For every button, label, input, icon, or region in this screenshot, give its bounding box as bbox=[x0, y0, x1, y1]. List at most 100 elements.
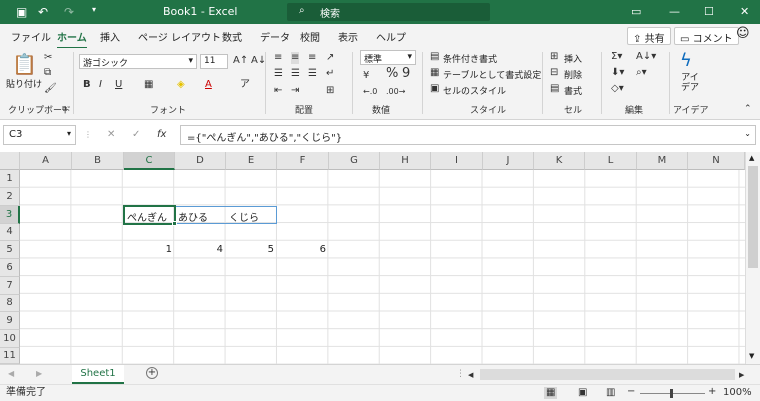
comment-button[interactable]: ▭ コメント bbox=[674, 27, 739, 45]
column-header[interactable]: B bbox=[72, 152, 124, 170]
zoom-level[interactable]: 100% bbox=[723, 387, 752, 399]
redo-icon[interactable]: ↷ bbox=[64, 5, 74, 19]
tab-view[interactable]: 表示 bbox=[338, 29, 358, 44]
zoom-slider-thumb[interactable] bbox=[670, 389, 673, 398]
next-sheet-icon[interactable]: ▶ bbox=[36, 368, 42, 380]
cell-styles-icon[interactable]: ▣ bbox=[430, 83, 439, 95]
column-header[interactable]: M bbox=[637, 152, 688, 170]
merge-center-icon[interactable]: ⊞ bbox=[326, 85, 334, 97]
insert-cells-label[interactable]: 挿入 bbox=[564, 52, 582, 65]
column-header[interactable]: H bbox=[380, 152, 431, 170]
font-name-combo[interactable]: 游ゴシック ▾ bbox=[79, 54, 197, 69]
fill-color-icon[interactable]: ◈ bbox=[177, 79, 185, 91]
prev-sheet-icon[interactable]: ◀ bbox=[8, 368, 14, 380]
underline-button[interactable]: U bbox=[115, 79, 122, 91]
cell-E3[interactable]: くじら bbox=[227, 207, 261, 226]
column-header[interactable]: K bbox=[534, 152, 585, 170]
clipboard-launcher-icon[interactable]: ⧉ bbox=[62, 103, 67, 115]
increase-font-icon[interactable]: A↑ bbox=[233, 55, 248, 67]
search-box[interactable]: ⌕ 検索 bbox=[287, 3, 490, 21]
undo-icon[interactable]: ↶ bbox=[38, 5, 48, 19]
close-icon[interactable]: ✕ bbox=[740, 5, 749, 18]
align-top-icon[interactable]: ≡ bbox=[274, 52, 282, 64]
maximize-icon[interactable]: ☐ bbox=[704, 5, 714, 18]
save-icon[interactable]: ▣ bbox=[16, 5, 27, 19]
select-all-corner[interactable] bbox=[0, 152, 20, 170]
align-bottom-icon[interactable]: ≡ bbox=[308, 52, 316, 64]
tab-review[interactable]: 校閲 bbox=[300, 29, 320, 44]
percent-button[interactable]: % bbox=[386, 67, 398, 80]
name-box[interactable]: C3 ▾ bbox=[3, 125, 76, 145]
autosum-icon[interactable]: Σ▾ bbox=[611, 51, 622, 63]
add-sheet-button[interactable]: + bbox=[146, 367, 158, 379]
copy-icon[interactable]: ⧉ bbox=[44, 67, 51, 79]
row-header[interactable]: 10 bbox=[0, 330, 20, 348]
sort-filter-icon[interactable]: A↓▾ bbox=[636, 51, 656, 63]
ideas-icon[interactable]: ϟ bbox=[680, 51, 692, 71]
row-header-selected[interactable]: 3 bbox=[0, 206, 20, 224]
comma-button[interactable]: 9 bbox=[402, 67, 410, 80]
column-header[interactable]: E bbox=[226, 152, 277, 170]
column-header[interactable]: F bbox=[277, 152, 329, 170]
tab-page-layout[interactable]: ページ レイアウト bbox=[138, 29, 221, 44]
align-middle-icon[interactable]: ≡ bbox=[291, 52, 300, 64]
format-as-table-icon[interactable]: ▦ bbox=[430, 67, 439, 79]
cell-C3[interactable]: ぺんぎん bbox=[125, 207, 169, 226]
column-header[interactable]: J bbox=[483, 152, 534, 170]
fill-icon[interactable]: ⬇▾ bbox=[611, 67, 624, 79]
column-header[interactable]: A bbox=[20, 152, 72, 170]
cell-D5[interactable]: 4 bbox=[175, 242, 226, 257]
normal-view-icon[interactable]: ▦ bbox=[544, 387, 558, 399]
scroll-left-icon[interactable]: ◀ bbox=[468, 369, 473, 381]
wrap-text-icon[interactable]: ↵ bbox=[326, 68, 334, 80]
collapse-ribbon-icon[interactable]: ⌃ bbox=[744, 103, 752, 115]
column-header-selected[interactable]: C bbox=[124, 152, 175, 170]
customize-quick-access-icon[interactable]: ▾ bbox=[92, 5, 96, 14]
orientation-icon[interactable]: ↗ bbox=[326, 52, 334, 64]
tab-split-icon[interactable]: ⋮ bbox=[456, 368, 465, 380]
delete-cells-label[interactable]: 削除 bbox=[564, 68, 582, 81]
worksheet-grid[interactable]: A B C D E F G H I J K L M N 1 2 3 4 5 6 … bbox=[0, 152, 745, 364]
scroll-thumb[interactable] bbox=[748, 166, 758, 268]
page-layout-view-icon[interactable]: ▣ bbox=[578, 387, 587, 399]
delete-cells-icon[interactable]: ⊟ bbox=[550, 67, 558, 79]
cell-C5[interactable]: 1 bbox=[124, 242, 175, 257]
cancel-icon[interactable]: ✕ bbox=[107, 129, 115, 141]
increase-decimal-icon[interactable]: ←.0 bbox=[363, 86, 377, 98]
share-button[interactable]: ⇪ 共有 bbox=[627, 27, 671, 45]
cut-icon[interactable]: ✂ bbox=[44, 52, 52, 64]
clear-icon[interactable]: ◇▾ bbox=[611, 83, 624, 95]
smiley-feedback-icon[interactable]: ☺ bbox=[736, 26, 750, 41]
column-header[interactable]: N bbox=[688, 152, 745, 170]
format-painter-icon[interactable]: 🖌 bbox=[44, 83, 57, 95]
format-cells-label[interactable]: 書式 bbox=[564, 84, 582, 97]
vertical-scrollbar[interactable]: ▲ ▼ bbox=[745, 152, 760, 364]
tab-help[interactable]: ヘルプ bbox=[376, 29, 406, 44]
conditional-formatting-label[interactable]: 条件付き書式 bbox=[443, 52, 497, 65]
borders-icon[interactable]: ▦ bbox=[144, 79, 153, 91]
tab-data[interactable]: データ bbox=[260, 29, 290, 44]
zoom-in-button[interactable]: + bbox=[708, 386, 716, 398]
number-format-combo[interactable]: 標準 ▾ bbox=[360, 50, 416, 65]
row-header[interactable]: 2 bbox=[0, 188, 20, 206]
row-header[interactable]: 8 bbox=[0, 295, 20, 312]
page-break-view-icon[interactable]: ▥ bbox=[606, 387, 615, 399]
cell-F5[interactable]: 6 bbox=[277, 242, 329, 257]
scroll-down-icon[interactable]: ▼ bbox=[749, 352, 754, 360]
horizontal-scrollbar[interactable] bbox=[480, 369, 735, 380]
row-header[interactable]: 7 bbox=[0, 277, 20, 295]
column-header[interactable]: L bbox=[585, 152, 637, 170]
column-header[interactable]: I bbox=[431, 152, 483, 170]
font-size-combo[interactable]: 11 bbox=[200, 54, 228, 69]
phonetic-icon[interactable]: ア bbox=[240, 79, 250, 91]
row-header[interactable]: 4 bbox=[0, 224, 20, 241]
row-header[interactable]: 1 bbox=[0, 170, 20, 188]
row-header[interactable]: 6 bbox=[0, 259, 20, 277]
cell-D3[interactable]: あひる bbox=[176, 207, 210, 226]
bold-button[interactable]: B bbox=[83, 79, 91, 91]
format-as-table-label[interactable]: テーブルとして書式設定 bbox=[443, 68, 541, 81]
column-header[interactable]: D bbox=[175, 152, 226, 170]
tab-file[interactable]: ファイル bbox=[11, 29, 51, 44]
italic-button[interactable]: I bbox=[99, 79, 102, 91]
cell-styles-label[interactable]: セルのスタイル bbox=[443, 84, 506, 97]
